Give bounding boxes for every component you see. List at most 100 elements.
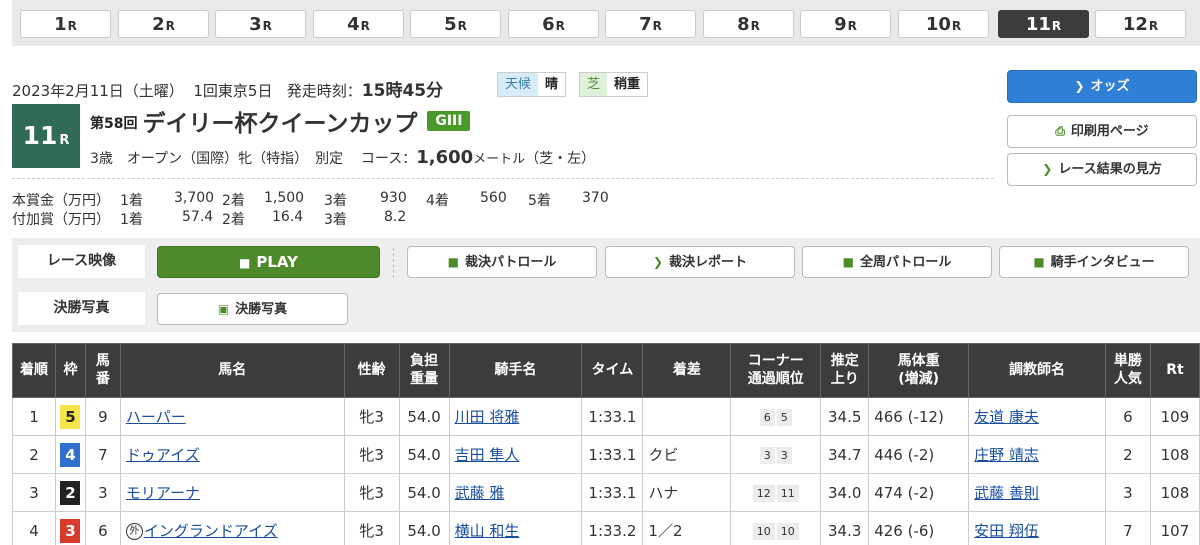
jockey-link[interactable]: 武藤 雅 [455,484,505,502]
race-tab-11[interactable]: 11R [998,10,1089,38]
jockey-link[interactable]: 川田 将雅 [455,408,520,426]
race-tab-number: 4 [347,14,360,35]
race-tab-9[interactable]: 9R [800,10,891,38]
umaban-cell: 7 [84,435,121,474]
waku-badge: 5 [60,404,81,429]
umaban-cell: 6 [84,511,121,545]
rating-cell: 107 [1149,511,1200,545]
prize-place: 3着 [324,212,347,228]
trainer-cell: 庄野 靖志 [968,435,1106,474]
trainer-link[interactable]: 安田 翔伍 [974,522,1039,540]
col-corner: コーナー 通過順位 [730,343,822,398]
race-tab-number: 9 [834,14,847,35]
prize-amount: 1,500 [264,190,305,206]
finish-photo-label: 決勝写真 [18,292,145,325]
race-meeting: 1回東京5日 [193,82,273,100]
table-row: 1 5 9 ハーパー 牝3 54.0 川田 将雅 1:33.1 6 5 34.5 466 (-12) 友… [12,397,1200,436]
corner-position: 3 [776,447,792,464]
trainer-link[interactable]: 庄野 靖志 [974,446,1039,464]
course-detail: （芝・左） [525,151,596,167]
umaban-cell: 3 [84,473,121,512]
race-tab-1[interactable]: 1R [20,10,111,38]
weight-cell: 54.0 [398,397,450,436]
race-tab-5[interactable]: 5R [410,10,501,38]
track-condition: 稍重 [607,73,648,96]
horse-link[interactable]: ハーパー [126,408,186,426]
col-rating: Rt [1149,343,1200,398]
race-tab-suffix: R [165,19,175,33]
finish-photo-button[interactable]: ▣ 決勝写真 [157,293,348,325]
race-tab-7[interactable]: 7R [605,10,696,38]
race-tab-6[interactable]: 6R [508,10,599,38]
time-cell: 1:33.1 [581,435,644,474]
race-tab-number: 11 [1025,14,1051,35]
col-umaban: 馬 番 [84,343,121,398]
prize-place: 3着 [324,193,347,209]
play-button[interactable]: ■ PLAY [157,246,380,278]
race-video-label: レース映像 [18,245,145,278]
track-label: 芝 [580,73,608,96]
race-tab-number: 12 [1122,14,1148,35]
col-body-weight: 馬体重 (増減) [868,343,970,398]
col-margin: 着差 [642,343,732,398]
race-number-suffix: R [59,133,70,148]
place-cell: 1 [12,397,56,436]
trainer-cell: 安田 翔伍 [968,511,1106,545]
race-tab-10[interactable]: 10R [898,10,989,38]
race-date: 2023年2月11日（土曜） [12,82,184,100]
race-tab-12[interactable]: 12R [1095,10,1186,38]
video-camera-icon: ■ [1033,255,1045,269]
waku-badge: 4 [60,442,81,467]
race-tab-suffix: R [847,19,857,33]
weight-cell: 54.0 [398,473,450,512]
jockey-cell: 吉田 隼人 [448,435,583,474]
col-sex-age: 性齢 [343,343,400,398]
race-tab-3[interactable]: 3R [215,10,306,38]
trainer-link[interactable]: 武藤 善則 [974,484,1039,502]
results-guide-button[interactable]: ❯ レース結果の見方 [1007,153,1197,186]
race-tab-suffix: R [750,19,760,33]
start-label: 発走時刻： [286,82,362,100]
popularity-cell: 3 [1104,473,1151,512]
horse-link[interactable]: モリアーナ [126,484,200,502]
trainer-link[interactable]: 友道 康夫 [974,408,1039,426]
horse-link[interactable]: ドゥアイズ [126,446,200,464]
rating-cell: 108 [1149,473,1200,512]
race-tab-number: 1 [54,14,67,35]
weather-value: 晴 [538,73,566,96]
col-horse: 馬名 [119,343,345,398]
main-prize-label: 本賞金（万円） [12,193,110,209]
full-patrol-button[interactable]: ■ 全周パトロール [802,246,992,278]
race-tab-number: 2 [152,14,165,35]
prize-amount: 930 [380,190,407,206]
margin-cell [642,397,732,436]
report-button[interactable]: ❯ 裁決レポート [605,246,795,278]
margin-cell: ハナ [642,473,732,512]
horse-link[interactable]: イングランドアイズ [144,522,278,540]
table-row: 2 4 7 ドゥアイズ 牝3 54.0 吉田 隼人 1:33.1 クビ 3 3 34.7 446 (-2… [12,435,1200,474]
interview-button[interactable]: ■ 騎手インタビュー [999,246,1189,278]
prize-place: 2着 [222,193,245,209]
corner-cell: 65 [730,397,822,436]
jockey-cell: 武藤 雅 [448,473,583,512]
trainer-cell: 武藤 善則 [968,473,1106,512]
umaban-cell: 9 [84,397,121,436]
race-tab-2[interactable]: 2R [118,10,209,38]
corner-cell: 12 11 [730,473,822,512]
jockey-link[interactable]: 横山 和生 [455,522,520,540]
horse-cell: モリアーナ [119,473,345,512]
race-tab-8[interactable]: 8R [703,10,794,38]
odds-button[interactable]: ❯ オッズ [1007,70,1197,103]
corner-position: 11 [776,485,799,502]
patrol-button[interactable]: ■ 裁決パトロール [407,246,597,278]
race-tab-4[interactable]: 4R [313,10,404,38]
weather-label: 天候 [498,73,539,96]
race-tab-number: 10 [925,14,951,35]
last3f-cell: 34.5 [820,397,870,436]
race-tab-suffix: R [262,19,272,33]
print-page-button[interactable]: ⎙ 印刷用ページ [1007,115,1197,148]
col-waku: 枠 [54,343,86,398]
jockey-cell: 川田 将雅 [448,397,583,436]
race-class: 3歳 オープン（国際）牝（特指） 別定 [90,151,344,167]
jockey-link[interactable]: 吉田 隼人 [455,446,520,464]
